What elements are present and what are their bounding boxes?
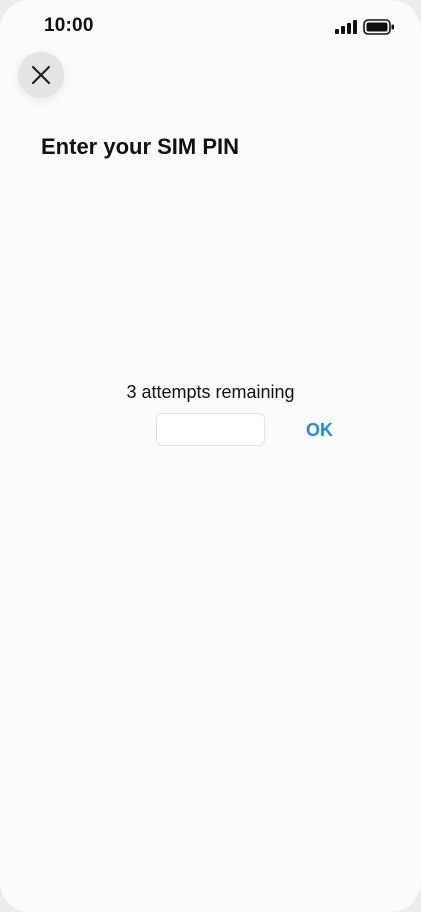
close-icon	[31, 65, 51, 85]
close-button[interactable]	[18, 52, 64, 98]
status-time: 10:00	[44, 15, 94, 36]
battery-full-icon	[363, 19, 394, 35]
status-bar: 10:00	[0, 0, 421, 56]
sim-pin-screen: 10:00 Enter your SIM PIN 3 attempts rema…	[0, 0, 421, 912]
attempts-remaining-text: 3 attempts remaining	[126, 382, 295, 402]
ok-button[interactable]: OK	[300, 416, 339, 444]
sim-pin-input[interactable]	[156, 413, 265, 446]
cellular-signal-icon	[335, 20, 357, 34]
page-title: Enter your SIM PIN	[41, 134, 240, 159]
